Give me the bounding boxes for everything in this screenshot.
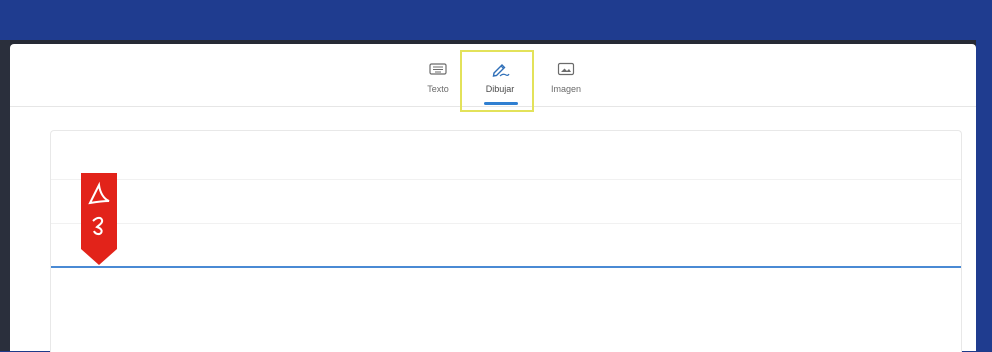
- signature-baseline: [51, 266, 961, 268]
- keyboard-icon: [427, 58, 449, 80]
- backdrop-right-edge: [976, 40, 992, 351]
- pen-draw-icon: [489, 58, 511, 80]
- active-tab-indicator: [484, 102, 518, 105]
- image-icon: [555, 58, 577, 80]
- tab-imagen-label: Imagen: [550, 84, 582, 94]
- drawing-canvas[interactable]: [50, 130, 962, 352]
- guide-line: [51, 223, 961, 224]
- tab-texto[interactable]: Texto: [408, 54, 468, 106]
- guide-line: [51, 179, 961, 180]
- signature-mode-tabs: Texto Dibujar Imagen: [10, 44, 976, 112]
- signature-dialog: Texto Dibujar Imagen: [10, 44, 976, 352]
- tab-texto-label: Texto: [427, 84, 449, 94]
- tab-dibujar-label: Dibujar: [485, 84, 515, 94]
- backdrop-left-edge: [0, 40, 10, 351]
- top-blue-band: [0, 0, 992, 40]
- tab-imagen[interactable]: Imagen: [536, 54, 596, 106]
- adobe-acrobat-logo-icon: [81, 173, 117, 265]
- tab-dibujar[interactable]: Dibujar: [470, 54, 530, 106]
